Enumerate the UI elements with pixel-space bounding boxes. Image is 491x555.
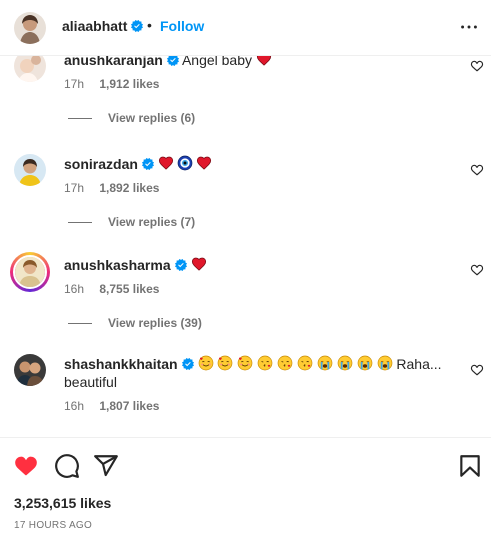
view-replies-label[interactable]: View replies (39) — [108, 316, 202, 330]
comment-likes[interactable]: 8,755 likes — [99, 282, 159, 296]
verified-badge-icon — [167, 56, 179, 66]
comments-list[interactable]: anushkaranjan Angel baby 17h 1,912 likes… — [0, 56, 491, 437]
like-comment-heart-icon[interactable] — [470, 163, 484, 177]
post-likes-count[interactable]: 3,253,615 likes — [14, 495, 111, 511]
nazar-amulet-icon — [177, 155, 193, 171]
comment-username[interactable]: anushkasharma — [64, 257, 171, 273]
comment-time[interactable]: 16h — [64, 399, 84, 413]
post-timestamp[interactable]: 17 HOURS AGO — [14, 520, 92, 531]
bookmark-icon[interactable] — [457, 453, 483, 479]
replies-divider-line — [68, 118, 92, 120]
verified-badge-icon — [182, 358, 194, 370]
heart-filled-icon[interactable] — [13, 453, 39, 479]
follow-button[interactable]: Follow — [160, 18, 204, 34]
separator-dot: • — [147, 17, 152, 33]
commenter-photo — [14, 354, 46, 386]
comment-meta: 17h 1,892 likes — [64, 181, 159, 195]
avatar-with-story-ring[interactable] — [10, 252, 50, 292]
commenter-photo — [14, 56, 46, 82]
avatar[interactable] — [14, 154, 46, 186]
face-blowing-kiss-icon — [257, 355, 273, 371]
comment-icon[interactable] — [54, 453, 80, 479]
comment-body: Angel baby — [181, 56, 253, 68]
loudly-crying-face-icon — [357, 355, 373, 371]
commenter-photo — [14, 154, 46, 186]
comment-text: sonirazdan — [64, 155, 454, 173]
view-replies-button[interactable]: View replies (7) — [68, 215, 195, 229]
comment-likes[interactable]: 1,892 likes — [99, 181, 159, 195]
username-text[interactable]: aliaabhatt — [62, 18, 127, 34]
post-author-username[interactable]: aliaabhatt — [62, 18, 143, 34]
share-icon[interactable] — [93, 453, 119, 479]
verified-badge-icon — [142, 158, 154, 170]
comment-time[interactable]: 17h — [64, 77, 84, 91]
comment-username[interactable]: shashankkhaitan — [64, 356, 178, 372]
post-actions: 3,253,615 likes 17 HOURS AGO — [0, 437, 491, 555]
comment-meta: 16h 8,755 likes — [64, 282, 159, 296]
like-comment-heart-icon[interactable] — [470, 263, 484, 277]
more-horizontal-icon[interactable] — [458, 16, 480, 38]
comment-likes[interactable]: 1,807 likes — [99, 399, 159, 413]
comment-text: anushkaranjan Angel baby — [64, 56, 454, 69]
loudly-crying-face-icon — [377, 355, 393, 371]
smiling-face-with-hearts-icon — [237, 355, 253, 371]
emoji-row — [198, 356, 397, 372]
like-comment-heart-icon[interactable] — [470, 363, 484, 377]
view-replies-button[interactable]: View replies (39) — [68, 316, 202, 330]
red-heart-icon — [191, 256, 207, 272]
face-blowing-kiss-icon — [277, 355, 293, 371]
view-replies-label[interactable]: View replies (6) — [108, 111, 195, 125]
post-header: aliaabhatt • Follow — [0, 0, 491, 56]
smiling-face-with-hearts-icon — [217, 355, 233, 371]
red-heart-icon — [158, 155, 174, 171]
loudly-crying-face-icon — [337, 355, 353, 371]
avatar[interactable] — [14, 354, 46, 386]
view-replies-label[interactable]: View replies (7) — [108, 215, 195, 229]
comment-username[interactable]: sonirazdan — [64, 156, 138, 172]
verified-badge-icon — [131, 20, 143, 32]
avatar[interactable] — [13, 255, 47, 289]
smiling-face-with-hearts-icon — [198, 355, 214, 371]
avatar[interactable] — [14, 12, 46, 44]
replies-divider-line — [68, 323, 92, 325]
view-replies-button[interactable]: View replies (6) — [68, 111, 195, 125]
comment-likes[interactable]: 1,912 likes — [99, 77, 159, 91]
comment-text: anushkasharma — [64, 256, 454, 274]
comment-time[interactable]: 17h — [64, 181, 84, 195]
comment-text: shashankkhaitan Raha... beautiful — [64, 355, 454, 391]
comment-time[interactable]: 16h — [64, 282, 84, 296]
comment-meta: 17h 1,912 likes — [64, 77, 159, 91]
face-blowing-kiss-icon — [297, 355, 313, 371]
loudly-crying-face-icon — [317, 355, 333, 371]
comment-username[interactable]: anushkaranjan — [64, 56, 163, 68]
avatar[interactable] — [14, 56, 46, 82]
red-heart-icon — [196, 155, 212, 171]
verified-badge-icon — [175, 259, 187, 271]
comment-meta: 16h 1,807 likes — [64, 399, 159, 413]
replies-divider-line — [68, 222, 92, 224]
red-heart-icon — [256, 56, 272, 67]
profile-photo — [14, 12, 46, 44]
commenter-photo — [15, 257, 45, 287]
like-comment-heart-icon[interactable] — [470, 59, 484, 73]
